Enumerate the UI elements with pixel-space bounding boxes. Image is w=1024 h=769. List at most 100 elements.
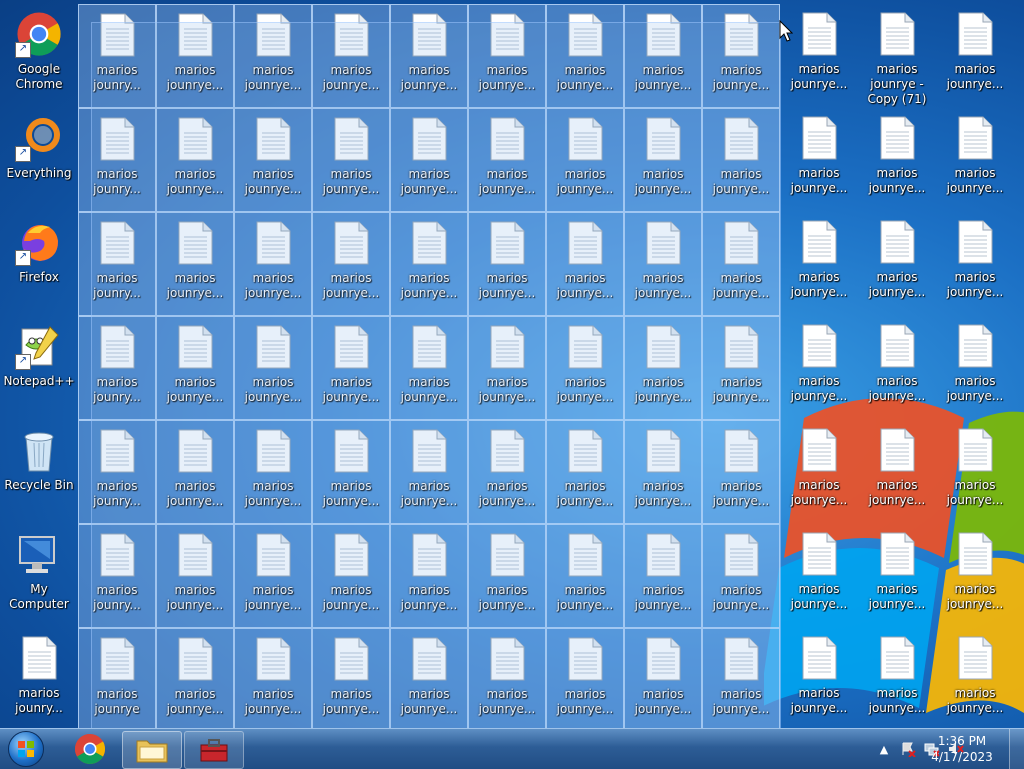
file-icon-r2-c1[interactable]: marios jounrye...: [156, 212, 234, 316]
desktop-icon-text-file[interactable]: marios jounry...: [0, 628, 78, 728]
taskbar-chrome-button[interactable]: [64, 731, 116, 767]
file-icon-r1-c5[interactable]: marios jounrye...: [468, 108, 546, 212]
file-icon-r2-c5[interactable]: marios jounrye...: [468, 212, 546, 316]
file-icon-r6-c9[interactable]: marios jounrye...: [780, 628, 858, 728]
file-icon-r6-c10[interactable]: marios jounrye...: [858, 628, 936, 728]
file-icon-r3-c8[interactable]: marios jounrye...: [702, 316, 780, 420]
file-icon-r4-c8[interactable]: marios jounrye...: [702, 420, 780, 524]
desktop-icon-chrome[interactable]: ↗ Google Chrome: [0, 4, 78, 108]
file-icon-r1-c6[interactable]: marios jounrye...: [546, 108, 624, 212]
file-icon-r4-c1[interactable]: marios jounrye...: [156, 420, 234, 524]
file-icon-r5-c9[interactable]: marios jounrye...: [780, 524, 858, 628]
file-icon-r5-c2[interactable]: marios jounrye...: [234, 524, 312, 628]
file-icon-r5-c3[interactable]: marios jounrye...: [312, 524, 390, 628]
file-icon-r3-c7[interactable]: marios jounrye...: [624, 316, 702, 420]
file-icon-r0-c3[interactable]: marios jounrye...: [312, 4, 390, 108]
file-icon-r0-c1[interactable]: marios jounrye...: [156, 4, 234, 108]
file-icon-r5-c8[interactable]: marios jounrye...: [702, 524, 780, 628]
file-icon-r0-c0[interactable]: marios jounry...: [78, 4, 156, 108]
file-icon-r5-c1[interactable]: marios jounrye...: [156, 524, 234, 628]
file-icon-r6-c8[interactable]: marios jounrye...: [702, 628, 780, 728]
file-icon-r1-c2[interactable]: marios jounrye...: [234, 108, 312, 212]
file-icon-r2-c3[interactable]: marios jounrye...: [312, 212, 390, 316]
file-icon-r2-c10[interactable]: marios jounrye...: [858, 212, 936, 316]
file-icon-r0-c4[interactable]: marios jounrye...: [390, 4, 468, 108]
file-icon-r5-c6[interactable]: marios jounrye...: [546, 524, 624, 628]
file-icon-r1-c10[interactable]: marios jounrye...: [858, 108, 936, 212]
file-icon-r1-c1[interactable]: marios jounrye...: [156, 108, 234, 212]
desktop-icon-firefox[interactable]: ↗ Firefox: [0, 212, 78, 316]
file-icon-r6-c1[interactable]: marios jounrye...: [156, 628, 234, 728]
file-icon-r4-c0[interactable]: marios jounry...: [78, 420, 156, 524]
file-icon-r6-c5[interactable]: marios jounrye...: [468, 628, 546, 728]
file-icon-r1-c8[interactable]: marios jounrye...: [702, 108, 780, 212]
clock[interactable]: 1:36 PM 4/17/2023: [922, 733, 1002, 765]
file-icon-r0-c7[interactable]: marios jounrye...: [624, 4, 702, 108]
file-icon-r1-c0[interactable]: marios jounry...: [78, 108, 156, 212]
file-icon-r5-c5[interactable]: marios jounrye...: [468, 524, 546, 628]
file-icon-r4-c2[interactable]: marios jounrye...: [234, 420, 312, 524]
file-icon-r3-c10[interactable]: marios jounrye...: [858, 316, 936, 420]
file-icon-r4-c9[interactable]: marios jounrye...: [780, 420, 858, 524]
taskbar-toolbox-button[interactable]: [184, 731, 244, 769]
file-icon-r4-c11[interactable]: marios jounrye...: [936, 420, 1014, 524]
file-icon-r0-c11[interactable]: marios jounrye...: [936, 4, 1014, 108]
file-icon-r3-c2[interactable]: marios jounrye...: [234, 316, 312, 420]
file-icon-r3-c3[interactable]: marios jounrye...: [312, 316, 390, 420]
file-icon-r0-c8[interactable]: marios jounrye...: [702, 4, 780, 108]
file-icon-r2-c6[interactable]: marios jounrye...: [546, 212, 624, 316]
file-icon-r3-c11[interactable]: marios jounrye...: [936, 316, 1014, 420]
file-icon-r4-c3[interactable]: marios jounrye...: [312, 420, 390, 524]
file-icon-r0-c2[interactable]: marios jounrye...: [234, 4, 312, 108]
file-icon-r6-c2[interactable]: marios jounrye...: [234, 628, 312, 728]
file-icon-r3-c5[interactable]: marios jounrye...: [468, 316, 546, 420]
file-icon-r5-c11[interactable]: marios jounrye...: [936, 524, 1014, 628]
file-icon-r4-c7[interactable]: marios jounrye...: [624, 420, 702, 524]
chevron-up-icon[interactable]: ▲: [876, 741, 892, 757]
desktop-icon-notepadpp[interactable]: ↗ Notepad++: [0, 316, 78, 420]
desktop[interactable]: ↗ Google Chrome ↗ Everything ↗ Firefox ↗ Notepa…: [0, 0, 1024, 728]
file-icon-r2-c9[interactable]: marios jounrye...: [780, 212, 858, 316]
file-icon-r6-c0[interactable]: marios jounrye: [78, 628, 156, 728]
file-icon-r5-c7[interactable]: marios jounrye...: [624, 524, 702, 628]
file-icon-r3-c0[interactable]: marios jounry...: [78, 316, 156, 420]
file-icon-r1-c3[interactable]: marios jounrye...: [312, 108, 390, 212]
file-icon-r2-c11[interactable]: marios jounrye...: [936, 212, 1014, 316]
desktop-icon-computer[interactable]: My Computer: [0, 524, 78, 628]
file-icon-r1-c4[interactable]: marios jounrye...: [390, 108, 468, 212]
file-icon-r3-c4[interactable]: marios jounrye...: [390, 316, 468, 420]
file-icon-r5-c0[interactable]: marios jounry...: [78, 524, 156, 628]
action-center-icon[interactable]: [900, 741, 916, 757]
file-icon-r2-c8[interactable]: marios jounrye...: [702, 212, 780, 316]
file-icon-r6-c6[interactable]: marios jounrye...: [546, 628, 624, 728]
file-icon-r3-c6[interactable]: marios jounrye...: [546, 316, 624, 420]
file-icon-r0-c6[interactable]: marios jounrye...: [546, 4, 624, 108]
file-icon-r1-c7[interactable]: marios jounrye...: [624, 108, 702, 212]
file-icon-r2-c2[interactable]: marios jounrye...: [234, 212, 312, 316]
desktop-icon-everything[interactable]: ↗ Everything: [0, 108, 78, 212]
start-button[interactable]: [4, 731, 48, 767]
file-icon-r2-c4[interactable]: marios jounrye...: [390, 212, 468, 316]
file-icon-r2-c0[interactable]: marios jounry...: [78, 212, 156, 316]
file-icon-r0-c9[interactable]: marios jounrye...: [780, 4, 858, 108]
file-icon-r5-c10[interactable]: marios jounrye...: [858, 524, 936, 628]
taskbar-explorer-button[interactable]: [122, 731, 182, 769]
file-icon-r3-c1[interactable]: marios jounrye...: [156, 316, 234, 420]
file-icon-r1-c11[interactable]: marios jounrye...: [936, 108, 1014, 212]
file-icon-r6-c7[interactable]: marios jounrye...: [624, 628, 702, 728]
file-icon-r6-c4[interactable]: marios jounrye...: [390, 628, 468, 728]
file-icon-r6-c3[interactable]: marios jounrye...: [312, 628, 390, 728]
file-icon-r5-c4[interactable]: marios jounrye...: [390, 524, 468, 628]
file-icon-r4-c10[interactable]: marios jounrye...: [858, 420, 936, 524]
file-icon-r1-c9[interactable]: marios jounrye...: [780, 108, 858, 212]
file-icon-r4-c5[interactable]: marios jounrye...: [468, 420, 546, 524]
desktop-icon-recycle-bin[interactable]: Recycle Bin: [0, 420, 78, 524]
file-icon-r6-c11[interactable]: marios jounrye...: [936, 628, 1014, 728]
file-icon-r2-c7[interactable]: marios jounrye...: [624, 212, 702, 316]
file-icon-r0-c10[interactable]: marios jounrye - Copy (71): [858, 4, 936, 108]
show-desktop-button[interactable]: [1009, 729, 1024, 769]
file-icon-r4-c6[interactable]: marios jounrye...: [546, 420, 624, 524]
file-icon-r3-c9[interactable]: marios jounrye...: [780, 316, 858, 420]
file-icon-r4-c4[interactable]: marios jounrye...: [390, 420, 468, 524]
file-icon-r0-c5[interactable]: marios jounrye...: [468, 4, 546, 108]
